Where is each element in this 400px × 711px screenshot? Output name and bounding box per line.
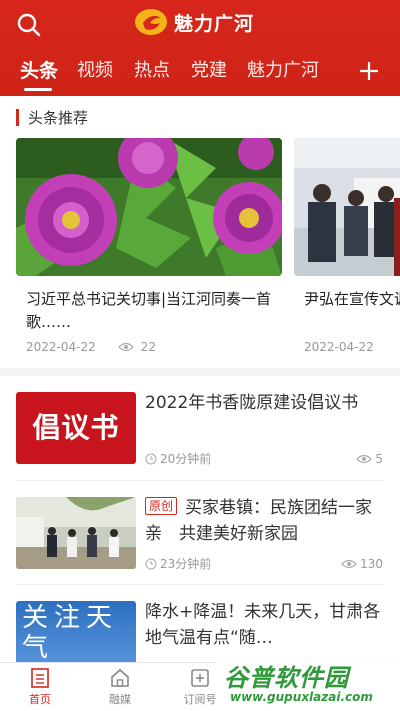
view-count: 5 [375,451,383,466]
watermark-logo: 谷普软件园 [224,664,349,692]
view-count: 22 [140,340,157,354]
original-badge: 原创 [145,497,178,515]
nav-home[interactable]: 首页 [10,667,70,707]
clock-icon [145,453,157,464]
headline-carousel[interactable]: 习近平总书记关切事|当江河同奏一首歌…… 2022-04-22 22 尹弘在宣传… [16,138,400,358]
news-title: 降水+降温！未来几天，甘肃各地气温有点“随… [145,602,381,648]
app-header: 魅力广河 头条 视频 热点 党建 魅力广河 [0,0,400,96]
list-separator [16,480,384,481]
nav-label: 订阅号 [183,693,217,706]
nav-label: 首页 [29,693,51,706]
carousel-card[interactable]: 习近平总书记关切事|当江河同奏一首歌…… 2022-04-22 22 [16,138,282,358]
tab-party[interactable]: 党建 [191,54,227,88]
news-time: 20分钟前 [160,452,212,466]
subscribe-icon [191,669,209,687]
tab-headlines[interactable]: 头条 [20,54,58,88]
news-item[interactable]: 倡议书 2022年书香陇原建设倡议书 20分钟前 5 [0,392,400,466]
search-icon[interactable] [14,10,44,40]
nav-media[interactable]: 融媒 [90,667,150,707]
section-divider [0,368,400,376]
tab-hot[interactable]: 热点 [134,54,170,88]
news-meta: 20分钟前 5 [145,450,383,467]
watermark-url: www.gupuxlazai.com [230,690,373,704]
eye-icon [117,342,134,352]
news-title: 2022年书香陇原建设倡议书 [145,393,359,413]
publish-date: 2022-04-22 [304,340,374,354]
meeting-photo-image [294,138,400,276]
carousel-card[interactable]: 尹弘在宣传文调：不断壮大 2022-04-22 [294,138,400,358]
village-photo-image [16,497,136,569]
news-title: 买家巷镇：民族团结一家亲 共建美好新家园 [145,498,373,544]
app-logo: 魅力广河 [134,7,254,37]
tab-video[interactable]: 视频 [77,54,113,88]
publish-date: 2022-04-22 [26,340,96,354]
logo-mark-icon [135,9,167,35]
channel-tabs: 头条 视频 热点 党建 魅力广河 [0,54,400,91]
eye-icon [356,454,373,463]
carousel-card-title: 尹弘在宣传文调：不断壮大 [304,290,400,308]
site-watermark: 谷普软件园 www.gupuxlazai.com [216,654,400,711]
section-accent-bar [16,108,19,126]
carousel-card-title: 习近平总书记关切事|当江河同奏一首歌…… [26,290,272,331]
plus-icon[interactable] [356,54,382,88]
eye-icon [341,559,357,568]
thumbnail-text: 关注天气 [22,603,119,663]
house-icon [111,668,129,687]
news-time: 23分钟前 [160,557,212,571]
clock-icon [145,558,157,569]
news-item[interactable]: 原创 买家巷镇：民族团结一家亲 共建美好新家园 23分钟前 130 [0,497,400,571]
carousel-card-meta: 2022-04-22 22 [26,340,156,354]
active-tab-indicator [24,88,52,91]
tab-charm-guanghe[interactable]: 魅力广河 [247,54,319,88]
section-header: 头条推荐 [16,107,88,127]
news-views: 5 [356,452,383,466]
section-title: 头条推荐 [28,108,89,127]
app-title: 魅力广河 [174,12,255,35]
news-meta: 23分钟前 130 [145,555,383,572]
news-views: 130 [341,557,383,571]
thumbnail-text: 倡议书 [32,411,120,444]
nav-label: 融媒 [109,693,131,706]
list-separator [16,584,384,585]
news-title-wrap: 原创 买家巷镇：民族团结一家亲 共建美好新家园 [145,495,385,547]
proposal-thumbnail: 倡议书 [16,392,136,464]
peony-flower-image [16,138,282,276]
view-count: 130 [360,556,383,571]
home-news-icon [31,668,49,688]
carousel-card-meta: 2022-04-22 [304,340,374,354]
